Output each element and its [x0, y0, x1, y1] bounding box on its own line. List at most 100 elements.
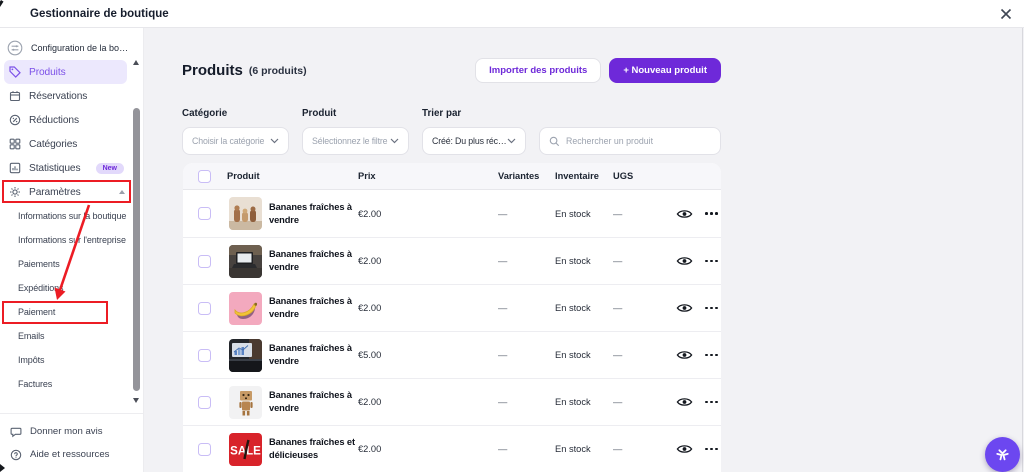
- screen-artifact: [0, 464, 5, 472]
- tag-icon: [9, 66, 21, 78]
- chevron-down-icon: [270, 138, 279, 144]
- row-menu-icon[interactable]: [705, 209, 718, 218]
- product-image: [229, 292, 262, 325]
- sidebar-subitem-infos-entreprise[interactable]: Informations sur l'entreprise: [0, 228, 143, 252]
- collapse-caret-icon[interactable]: [119, 190, 125, 194]
- close-icon[interactable]: [999, 7, 1013, 21]
- product-name: Bananes fraîches à vendre: [269, 201, 358, 227]
- table-header-row: Produit Prix Variantes Inventaire UGS: [183, 163, 721, 190]
- column-header: Variantes: [498, 171, 555, 181]
- product-inventory: En stock: [555, 350, 613, 360]
- product-filter-label: Produit: [302, 108, 409, 121]
- main-panel: Produits (6 produits) Importer des produ…: [143, 28, 1024, 472]
- row-checkbox[interactable]: [198, 349, 211, 362]
- sidebar-item-reductions[interactable]: Réductions: [0, 108, 143, 132]
- view-icon[interactable]: [676, 443, 693, 455]
- sidebar-item-statistiques[interactable]: Statistiques New: [0, 156, 143, 180]
- page-title: Produits: [182, 62, 243, 79]
- sidebar-subitem-expeditions[interactable]: Expéditions: [0, 276, 143, 300]
- table-row: Bananes fraîches à vendre €2.00 — En sto…: [183, 237, 721, 284]
- feedback-link[interactable]: Donner mon avis: [0, 420, 143, 443]
- product-variants: —: [498, 303, 555, 313]
- product-variants: —: [498, 444, 555, 454]
- sidebar-item-parametres[interactable]: Paramètres: [0, 180, 143, 204]
- product-price: €2.00: [358, 209, 498, 219]
- sidebar-subitem-emails[interactable]: Emails: [0, 324, 143, 348]
- search-field[interactable]: [539, 127, 721, 155]
- product-price: €2.00: [358, 397, 498, 407]
- product-name: Bananes fraîches à vendre: [269, 248, 358, 274]
- help-link[interactable]: Aide et ressources: [0, 443, 143, 466]
- sidebar-subitem-impots[interactable]: Impôts: [0, 348, 143, 372]
- products-table: Produit Prix Variantes Inventaire UGS: [183, 163, 721, 472]
- scroll-up-icon[interactable]: [133, 60, 139, 65]
- product-name: Bananes fraîches à vendre: [269, 295, 358, 321]
- scrollbar-thumb[interactable]: [133, 108, 140, 391]
- sidebar-subitem-paiement[interactable]: Paiement: [0, 300, 143, 324]
- sort-label: Trier par: [422, 108, 526, 121]
- product-inventory: En stock: [555, 444, 613, 454]
- chevron-down-icon: [507, 138, 516, 144]
- store-config-label: Configuration de la boutique...: [31, 43, 133, 53]
- product-image: [229, 197, 262, 230]
- row-menu-icon[interactable]: [705, 351, 718, 360]
- app-title: Gestionnaire de boutique: [30, 8, 169, 20]
- row-checkbox[interactable]: [198, 443, 211, 456]
- sidebar-item-label: Réservations: [29, 91, 87, 102]
- product-inventory: En stock: [555, 397, 613, 407]
- table-row: SALE Bananes fraîches et délicieuses €2.…: [183, 425, 721, 472]
- sidebar-item-label: Catégories: [29, 139, 77, 150]
- sidebar-nav: Produits Réservations Ré: [0, 60, 143, 396]
- row-menu-icon[interactable]: [705, 304, 718, 313]
- row-menu-icon[interactable]: [705, 257, 718, 266]
- chat-launcher-button[interactable]: [985, 437, 1020, 472]
- help-icon: [10, 449, 22, 461]
- chevron-down-icon: [390, 138, 399, 144]
- sidebar-divider: [0, 413, 143, 414]
- search-input[interactable]: [566, 136, 711, 146]
- product-inventory: En stock: [555, 303, 613, 313]
- scroll-down-icon[interactable]: [133, 398, 139, 403]
- topbar: Gestionnaire de boutique: [0, 0, 1024, 28]
- product-price: €2.00: [358, 256, 498, 266]
- row-menu-icon[interactable]: [705, 445, 718, 454]
- view-icon[interactable]: [676, 255, 693, 267]
- import-products-button[interactable]: Importer des produits: [475, 58, 601, 83]
- row-checkbox[interactable]: [198, 396, 211, 409]
- sidebar-scrollbar[interactable]: [132, 60, 141, 408]
- product-sku: —: [613, 209, 673, 219]
- sidebar-item-categories[interactable]: Catégories: [0, 132, 143, 156]
- sort-dropdown[interactable]: Créé: Du plus récent...: [422, 127, 526, 155]
- product-filter-dropdown[interactable]: Sélectionnez le filtre: [302, 127, 409, 155]
- new-product-button[interactable]: + Nouveau produit: [609, 58, 721, 83]
- view-icon[interactable]: [676, 302, 693, 314]
- row-checkbox[interactable]: [198, 255, 211, 268]
- calendar-icon: [9, 90, 21, 102]
- sidebar-subitem-factures[interactable]: Factures: [0, 372, 143, 396]
- product-image: [229, 386, 262, 419]
- column-header: Produit: [227, 171, 358, 181]
- product-name: Bananes fraîches et délicieuses: [269, 436, 358, 462]
- sidebar-footer: Donner mon avis Aide et ressources: [0, 420, 143, 466]
- row-menu-icon[interactable]: [705, 398, 718, 407]
- product-price: €5.00: [358, 350, 498, 360]
- product-image: [229, 245, 262, 278]
- view-icon[interactable]: [676, 349, 693, 361]
- row-checkbox[interactable]: [198, 207, 211, 220]
- product-sku: —: [613, 397, 673, 407]
- table-row: Bananes fraîches à vendre €5.00 — En sto…: [183, 331, 721, 378]
- view-icon[interactable]: [676, 208, 693, 220]
- window-edge: [1022, 28, 1023, 472]
- sidebar-subitem-paiements[interactable]: Paiements: [0, 252, 143, 276]
- product-sku: —: [613, 350, 673, 360]
- grid-icon: [9, 138, 21, 150]
- sidebar-subitem-infos-boutique[interactable]: Informations sur la boutique: [0, 204, 143, 228]
- sidebar-item-reservations[interactable]: Réservations: [0, 84, 143, 108]
- select-all-checkbox[interactable]: [198, 170, 211, 183]
- category-dropdown[interactable]: Choisir la catégorie: [182, 127, 289, 155]
- store-config-header[interactable]: Configuration de la boutique...: [7, 36, 143, 60]
- row-checkbox[interactable]: [198, 302, 211, 315]
- sidebar-item-produits[interactable]: Produits: [4, 60, 127, 84]
- view-icon[interactable]: [676, 396, 693, 408]
- stats-icon: [9, 162, 21, 174]
